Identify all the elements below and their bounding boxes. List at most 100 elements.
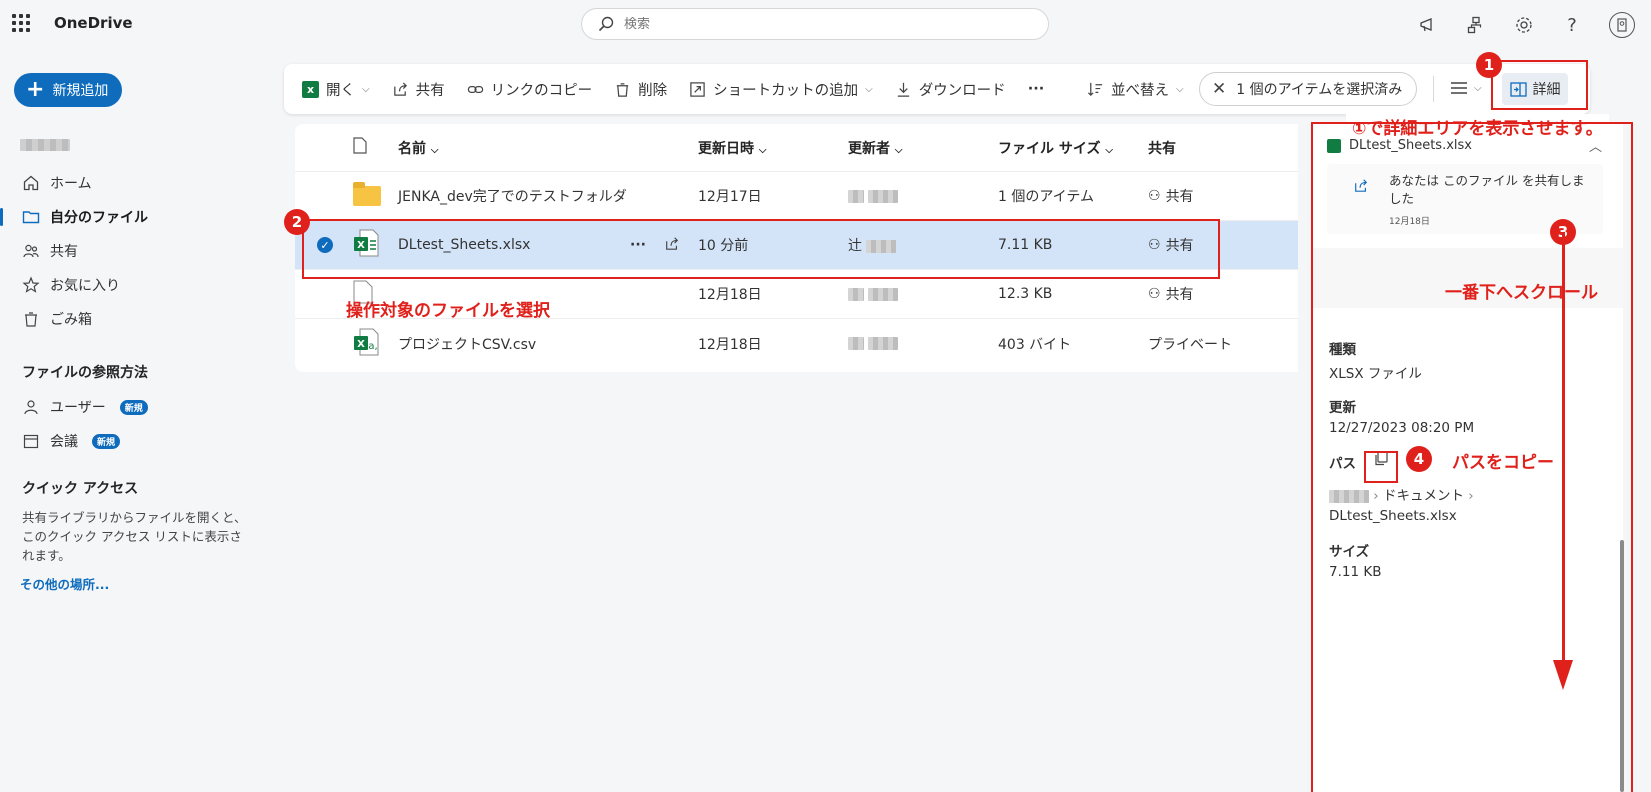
delete-button[interactable]: 削除 [614,79,667,100]
add-shortcut-button[interactable]: ショートカットの追加 ⌵ [689,79,873,100]
file-size: 403 バイト [998,336,1072,353]
file-modified: 12月18日 [698,336,762,353]
nav-label: お気に入り [50,278,120,294]
nav-label: 共有 [50,244,78,260]
selection-pill[interactable]: ✕ 1 個のアイテムを選択済み [1199,72,1417,106]
trash-icon [616,82,629,97]
share-icon [393,81,407,96]
file-modified: 12月17日 [698,189,762,205]
chevron-down-icon: ⌵ [1176,84,1184,95]
people-icon: ⚇ [1148,286,1161,302]
header-size[interactable]: ファイル サイズ ⌵ [998,138,1113,158]
folder-icon [353,182,381,206]
new-badge: 新規 [119,399,148,415]
plus-icon: + [26,77,45,102]
sort-icon [1087,82,1103,97]
table-row[interactable]: JENKA_dev完了でのテストフォルダ 12月17日 1 個のアイテム ⚇ 共有 [295,172,1298,221]
chevron-down-icon: ⌵ [1474,82,1482,94]
file-modified-by-redacted [848,188,898,204]
nav-label: ホーム [50,176,92,192]
file-size: 12.3 KB [998,286,1053,302]
list-view-icon [1451,82,1467,94]
download-button[interactable]: ダウンロード [895,79,1006,100]
calendar-icon [23,434,39,449]
annotation-box-2 [302,219,1220,279]
svg-text:a,: a, [368,341,377,352]
user-name-redacted [20,139,70,151]
people-icon [23,244,39,258]
annotation-number-4: 4 [1406,446,1432,472]
help-icon[interactable]: ? [1561,14,1583,36]
file-modified: 12月18日 [698,287,762,303]
share-button[interactable]: 共有 [392,79,445,100]
app-name[interactable]: OneDrive [54,14,133,32]
file-type-icon[interactable] [353,137,367,158]
nav-item-favorites[interactable]: お気に入り [0,268,260,302]
app-launcher-icon[interactable] [12,14,30,32]
nav-item-users[interactable]: ユーザー 新規 [0,390,260,424]
star-icon [22,276,40,293]
annotation-box-4 [1364,451,1398,483]
download-label: ダウンロード [918,82,1006,99]
sort-label: 並べ替え [1111,83,1169,99]
top-bar: OneDrive ? [0,0,1651,48]
nav-item-shared[interactable]: 共有 [0,234,260,268]
annotation-arrow-head [1553,660,1573,690]
nav-item-home[interactable]: ホーム [0,166,260,200]
sort-button[interactable]: 並べ替え ⌵ [1087,79,1184,100]
annotation-number-1: 1 [1476,52,1502,78]
left-nav: ホーム 自分のファイル 共有 お気に入り ごみ箱 [0,166,260,336]
selection-label: 1 個のアイテムを選択済み [1236,82,1403,98]
nav-item-meetings[interactable]: 会議 新規 [0,424,260,458]
annotation-text-3: 一番下へスクロール [1445,283,1598,303]
new-add-button[interactable]: + 新規追加 [14,73,122,107]
megaphone-icon[interactable] [1417,14,1439,36]
nav-item-my-files[interactable]: 自分のファイル [0,200,260,234]
nav-item-recycle-bin[interactable]: ごみ箱 [0,302,260,336]
file-name[interactable]: プロジェクトCSV.csv [398,334,536,354]
diagram-icon[interactable] [1465,14,1487,36]
quick-access-description: 共有ライブラリからファイルを開くと、このクイック アクセス リストに表示されます… [22,510,247,563]
nav-label: 自分のファイル [50,210,148,226]
more-actions-button[interactable]: ··· [1028,81,1045,97]
table-header: 名前 ⌵ 更新日時 ⌵ 更新者 ⌵ ファイル サイズ ⌵ 共有 [295,124,1298,172]
gear-icon[interactable] [1513,14,1535,36]
nav-label: ごみ箱 [50,312,92,328]
open-button[interactable]: x 開く ⌵ [302,79,370,100]
view-options-button[interactable]: ⌵ [1450,80,1482,96]
people-icon: ⚇ [1148,188,1161,204]
trash-icon [25,312,37,327]
search-icon [598,16,614,32]
close-icon[interactable]: ✕ [1212,79,1226,99]
search-box[interactable] [581,8,1049,40]
annotation-arrow-line [1562,232,1565,662]
copy-link-button[interactable]: リンクのコピー [467,79,593,100]
share-label: 共有 [415,82,445,99]
chevron-down-icon: ⌵ [865,83,873,95]
header-name[interactable]: 名前 ⌵ [398,138,438,158]
delete-label: 削除 [638,82,668,99]
copy-link-label: リンクのコピー [490,82,593,99]
search-input[interactable] [624,16,1024,32]
nav-label: 会議 [50,434,78,450]
link-icon [467,85,483,93]
new-badge: 新規 [92,433,121,449]
more-places-link[interactable]: その他の場所... [20,574,109,593]
file-name[interactable]: JENKA_dev完了でのテストフォルダ [398,186,627,206]
add-shortcut-label: ショートカットの追加 [713,82,859,99]
header-modified-by[interactable]: 更新者 ⌵ [848,138,902,158]
file-size: 1 個のアイテム [998,189,1094,205]
annotation-text-4: パスをコピー [1452,453,1554,473]
file-sharing: プライベート [1148,336,1232,353]
new-add-label: 新規追加 [52,83,109,99]
header-modified[interactable]: 更新日時 ⌵ [698,138,766,158]
annotation-box-1 [1491,60,1588,110]
file-modified-by-redacted [848,286,898,302]
csv-file-icon: Xa, [353,328,379,360]
header-sharing[interactable]: 共有 [1148,138,1176,158]
svg-text:X: X [357,339,365,350]
toolbar-divider [1433,76,1434,102]
avatar[interactable] [1609,12,1635,38]
chevron-down-icon: ⌵ [362,83,370,95]
table-row[interactable]: Xa, プロジェクトCSV.csv 12月18日 403 バイト プライベート [295,319,1298,368]
